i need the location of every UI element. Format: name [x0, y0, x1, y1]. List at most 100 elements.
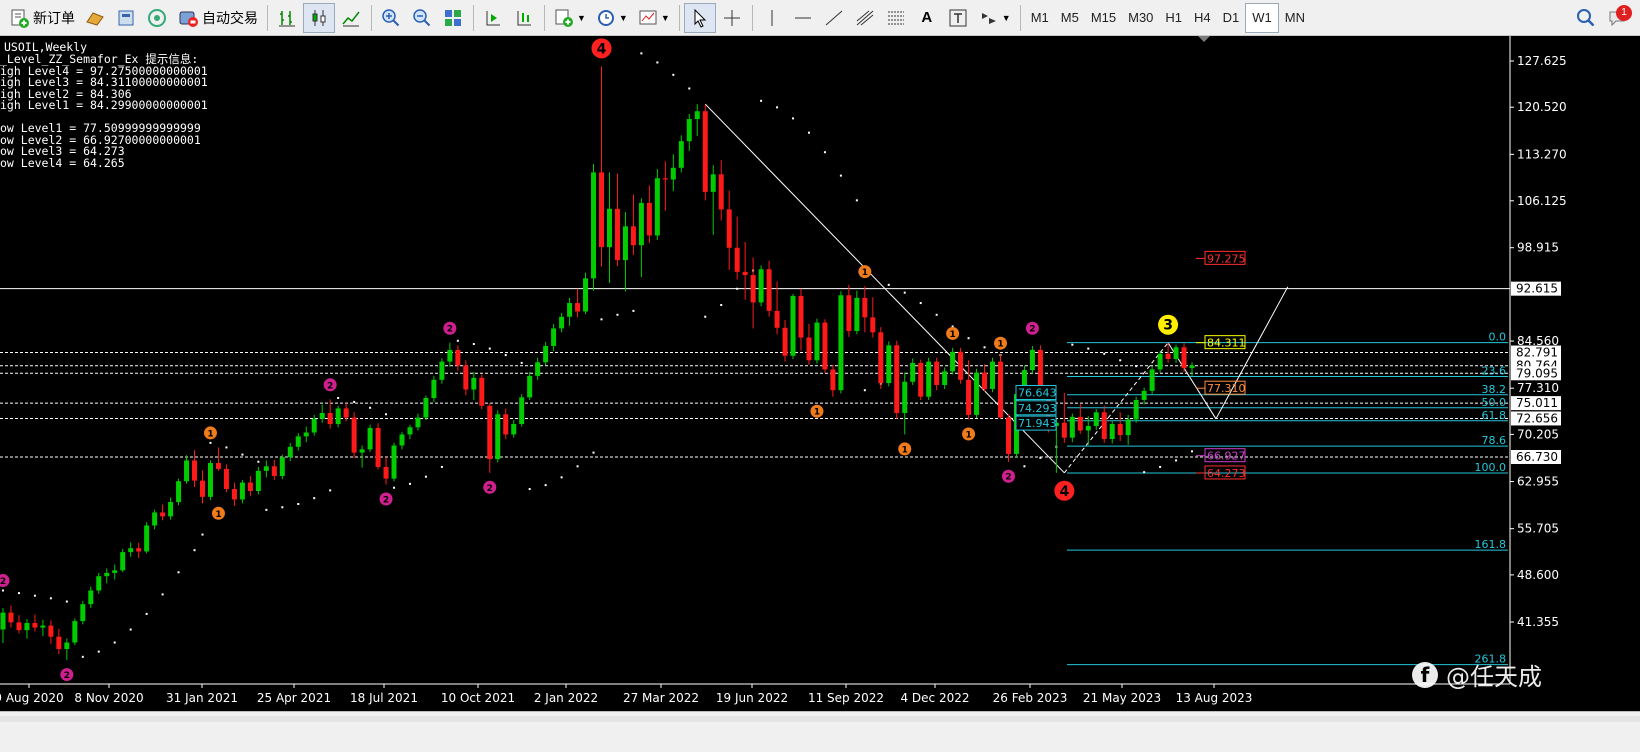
semafor-number: 3	[1163, 318, 1173, 334]
timeframe-selector: M1 M5 M15 M30 H1 H4 D1 W1 MN	[1025, 2, 1311, 33]
candle-body	[311, 418, 317, 433]
semafor-number: 2	[487, 484, 493, 494]
sar-dot	[113, 641, 116, 644]
equidistant-channel-button[interactable]	[850, 3, 880, 33]
bar-chart-button[interactable]	[272, 3, 302, 33]
indicators-button[interactable]: ▼	[549, 3, 590, 33]
periods-button[interactable]: ▼	[591, 3, 632, 33]
timeframe-d1[interactable]: D1	[1217, 4, 1246, 32]
candle-body	[247, 482, 253, 492]
x-tick-label: 31 Jan 2021	[166, 691, 238, 705]
sar-dot	[656, 61, 659, 64]
semafor-number: 1	[814, 408, 820, 418]
candle-body	[583, 278, 589, 312]
candle-body	[64, 642, 70, 650]
data-window-button[interactable]	[111, 3, 141, 33]
chart-shift-icon	[482, 7, 504, 29]
sar-dot	[903, 291, 906, 294]
text-button[interactable]: A	[912, 3, 942, 33]
candle-body	[591, 172, 597, 279]
candle-body	[56, 636, 62, 650]
sar-dot	[1071, 343, 1074, 346]
candle-body	[431, 379, 437, 399]
zoom-in-button[interactable]	[376, 3, 406, 33]
y-tick-label: 77.310	[1517, 381, 1559, 395]
line-chart-button[interactable]	[336, 3, 366, 33]
candle-body	[88, 590, 94, 605]
shift-marker	[1198, 36, 1210, 42]
timeframe-h4[interactable]: H4	[1188, 4, 1217, 32]
candle-body	[239, 482, 245, 500]
crosshair-button[interactable]	[717, 3, 747, 33]
text-label-button[interactable]	[943, 3, 973, 33]
tile-windows-button[interactable]	[438, 3, 468, 33]
semafor-number: 1	[862, 268, 868, 278]
arrows-button[interactable]: ▼	[974, 3, 1015, 33]
candle-body	[806, 337, 812, 361]
templates-button[interactable]: ▼	[633, 3, 674, 33]
timeframe-m5[interactable]: M5	[1055, 4, 1085, 32]
price-level-lines	[0, 288, 1510, 458]
price-chart[interactable]: 0.023.638.250.061.878.6100.0161.8261.8 2…	[0, 36, 1640, 711]
candle-body	[1069, 416, 1075, 438]
semafor-number: 1	[215, 510, 221, 520]
search-button[interactable]	[1571, 3, 1601, 33]
candle-body	[1077, 416, 1083, 431]
sar-dot	[632, 309, 635, 312]
sar-dot	[807, 131, 810, 134]
x-tick-label: 9 Aug 2020	[0, 691, 64, 705]
sar-dot	[1143, 471, 1146, 474]
chart-shift-button[interactable]	[478, 3, 508, 33]
timeframe-m1[interactable]: M1	[1025, 4, 1055, 32]
timeframe-m15[interactable]: M15	[1085, 4, 1122, 32]
sar-dot	[1159, 465, 1162, 468]
sar-dot	[1191, 450, 1194, 453]
crosshair-icon	[721, 7, 743, 29]
sar-dot	[704, 315, 707, 318]
market-watch-button[interactable]	[142, 3, 172, 33]
semafor-number: 4	[1059, 484, 1069, 500]
auto-trade-icon	[177, 7, 199, 29]
cursor-arrow-icon	[689, 7, 711, 29]
sar-dot	[792, 117, 795, 120]
sar-dot	[2, 589, 4, 592]
trendline-button[interactable]	[819, 3, 849, 33]
timeframe-mn[interactable]: MN	[1279, 4, 1311, 32]
horizontal-line-button[interactable]	[788, 3, 818, 33]
vertical-line-button[interactable]	[757, 3, 787, 33]
sar-dot	[919, 302, 922, 305]
candle-body	[287, 446, 293, 458]
candle-body	[902, 381, 908, 413]
main-toolbar: 新订单 自动交易 ▼ ▼ ▼ A ▼ M1 M5 M15 M30 H1 H4 D1 W1 MN …	[0, 0, 1640, 36]
notifications-button[interactable]: 1	[1602, 3, 1632, 33]
horizontal-scrollbar[interactable]	[0, 716, 1640, 722]
new-order-button[interactable]: 新订单	[4, 3, 79, 33]
candle-body	[207, 463, 213, 497]
sar-dot	[353, 400, 356, 403]
cursor-button[interactable]	[683, 2, 716, 33]
candle-body	[495, 414, 501, 460]
candle-body	[599, 172, 604, 248]
candle-body	[1165, 353, 1171, 359]
candle-body	[399, 434, 405, 446]
x-tick-label: 11 Sep 2022	[808, 691, 884, 705]
toolbar-separator	[1019, 4, 1021, 31]
semafor-number: 2	[327, 381, 333, 391]
auto-trade-button[interactable]: 自动交易	[173, 3, 262, 33]
timeframe-m30[interactable]: M30	[1122, 4, 1159, 32]
candle-body	[295, 436, 301, 447]
fibonacci-retracement[interactable]: 0.023.638.250.061.878.6100.0161.8261.8	[1067, 331, 1508, 666]
candle-body	[575, 303, 581, 312]
y-tick-label: 98.915	[1517, 241, 1559, 255]
x-tick-label: 4 Dec 2022	[900, 691, 969, 705]
candle-body	[1149, 369, 1155, 391]
timeframe-h1[interactable]: H1	[1159, 4, 1188, 32]
timeframe-w1[interactable]: W1	[1245, 2, 1279, 33]
gold-bar-button[interactable]	[80, 3, 110, 33]
candle-body	[726, 209, 732, 248]
zoom-out-button[interactable]	[407, 3, 437, 33]
candlestick-button[interactable]	[303, 2, 335, 33]
autoscroll-button[interactable]	[509, 3, 539, 33]
fibonacci-button[interactable]	[881, 3, 911, 33]
candle-body	[343, 408, 349, 418]
